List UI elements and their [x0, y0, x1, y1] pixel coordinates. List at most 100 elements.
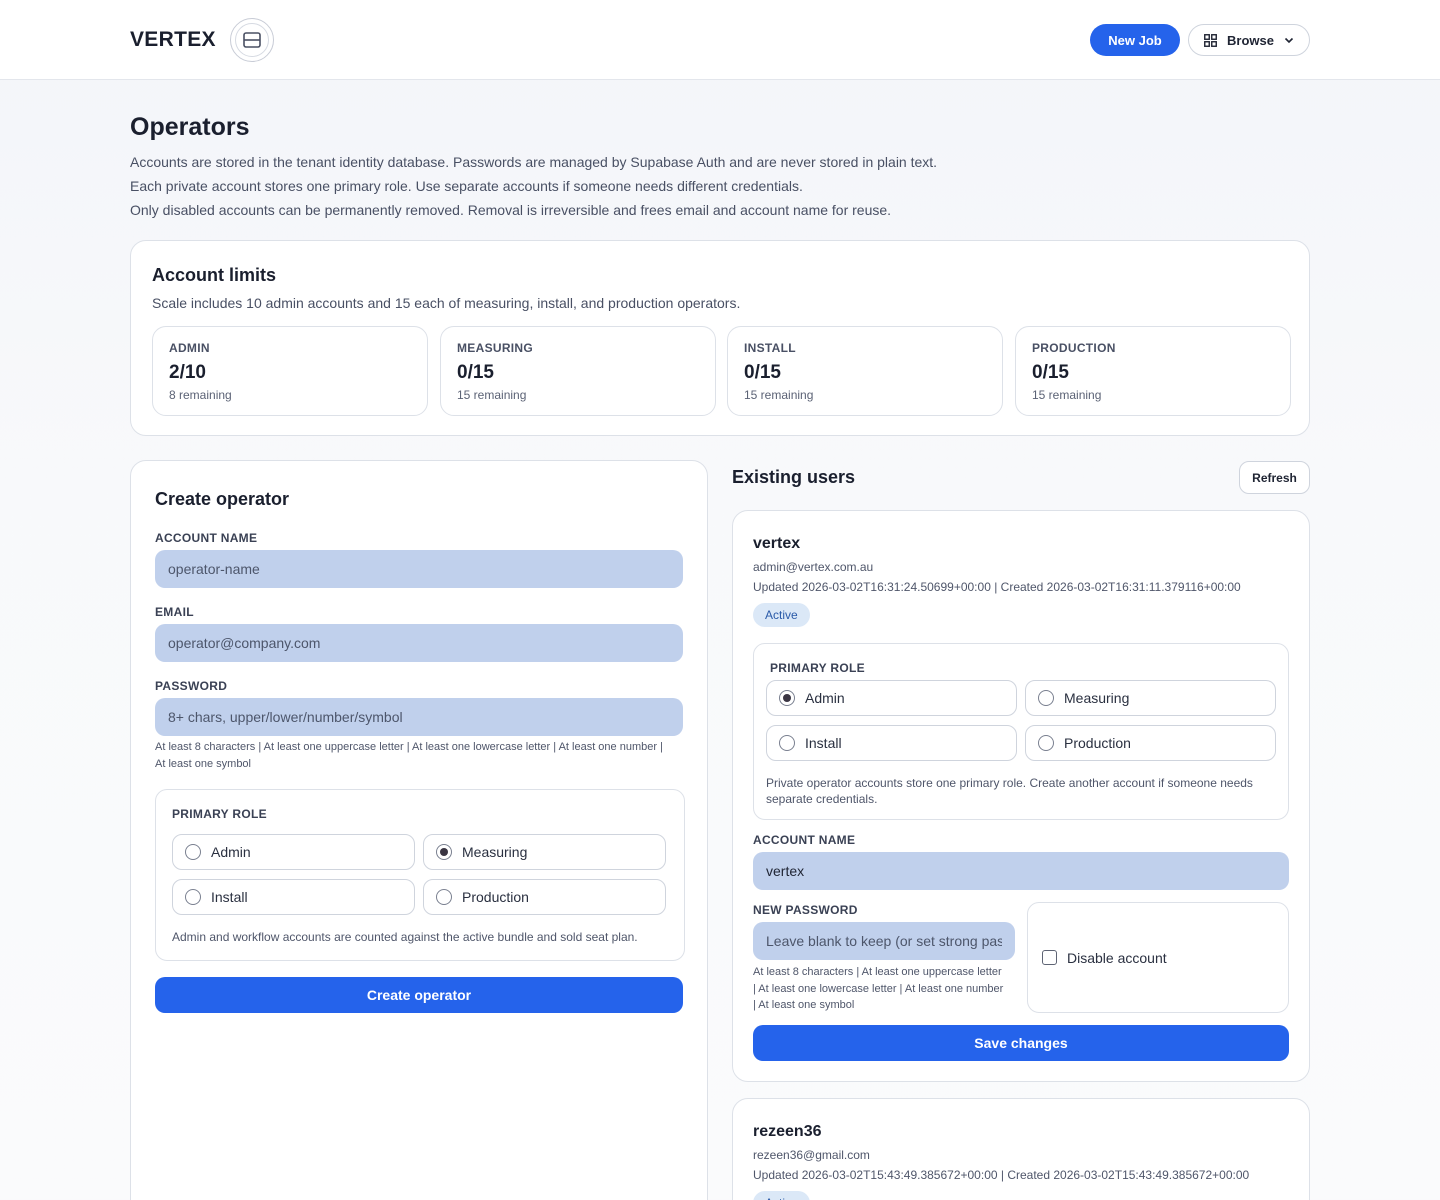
- intro-text: Accounts are stored in the tenant identi…: [130, 150, 937, 222]
- email-input[interactable]: [155, 624, 683, 662]
- save-changes-button[interactable]: Save changes: [753, 1025, 1289, 1061]
- hint-line: At least one symbol: [155, 758, 251, 770]
- disable-account-label: Disable account: [1067, 949, 1167, 966]
- limit-label: ADMIN: [169, 341, 210, 355]
- user-account-name-label: ACCOUNT NAME: [753, 833, 856, 847]
- hint-line: | At least one lowercase letter | At lea…: [753, 982, 1004, 995]
- user-name: vertex: [753, 535, 801, 552]
- primary-role-label: PRIMARY ROLE: [172, 807, 267, 821]
- limit-value: 2/10: [169, 362, 206, 383]
- role-note-line: separate credentials.: [766, 792, 878, 806]
- limit-remaining: 15 remaining: [1032, 388, 1102, 402]
- limit-admin: ADMIN 2/10 8 remaining: [152, 326, 428, 416]
- limit-remaining: 8 remaining: [169, 388, 232, 402]
- user-email: admin@vertex.com.au: [753, 560, 874, 574]
- user-card: rezeen36 rezeen36@gmail.com Updated 2026…: [732, 1098, 1310, 1200]
- role-option-label: Measuring: [1064, 690, 1130, 706]
- status-badge: Active: [753, 1191, 810, 1200]
- limit-label: MEASURING: [457, 341, 534, 355]
- limit-value: 0/15: [744, 362, 781, 383]
- role-note: Private operator accounts store one prim…: [766, 775, 1253, 807]
- account-limits-card: Account limits Scale includes 10 admin a…: [130, 240, 1310, 436]
- radio-icon: [1038, 690, 1054, 706]
- limit-label: INSTALL: [744, 341, 796, 355]
- primary-role-group: PRIMARY ROLE Admin Measuring Install Pro…: [155, 789, 685, 961]
- user-primary-role-group: PRIMARY ROLE Admin Measuring Install Pro…: [753, 643, 1289, 820]
- primary-role-label: PRIMARY ROLE: [770, 661, 865, 675]
- role-option-label: Production: [462, 889, 529, 905]
- limit-production: PRODUCTION 0/15 15 remaining: [1015, 326, 1291, 416]
- limit-label: PRODUCTION: [1032, 341, 1116, 355]
- new-password-label: NEW PASSWORD: [753, 903, 858, 917]
- user-role-option-install[interactable]: Install: [766, 725, 1017, 761]
- role-option-label: Install: [805, 735, 842, 751]
- user-name: rezeen36: [753, 1123, 822, 1140]
- role-option-production[interactable]: Production: [423, 879, 666, 915]
- limit-value: 0/15: [1032, 362, 1069, 383]
- user-role-option-measuring[interactable]: Measuring: [1025, 680, 1276, 716]
- radio-icon: [185, 844, 201, 860]
- grid-icon: [1204, 33, 1217, 47]
- user-card: vertex admin@vertex.com.au Updated 2026-…: [732, 510, 1310, 1082]
- hint-line: At least 8 characters | At least one upp…: [155, 741, 663, 753]
- user-email: rezeen36@gmail.com: [753, 1148, 870, 1162]
- role-option-admin[interactable]: Admin: [172, 834, 415, 870]
- limit-value: 0/15: [457, 362, 494, 383]
- hint-line: At least 8 characters | At least one upp…: [753, 966, 1002, 978]
- intro-line: Each private account stores one primary …: [130, 178, 803, 194]
- radio-icon: [1038, 735, 1054, 751]
- limit-remaining: 15 remaining: [457, 388, 527, 402]
- chevron-down-icon: [1284, 37, 1294, 44]
- role-option-label: Production: [1064, 735, 1131, 751]
- radio-icon: [185, 889, 201, 905]
- role-option-label: Admin: [805, 690, 845, 706]
- password-requirements: At least 8 characters | At least one upp…: [155, 739, 685, 773]
- radio-icon: [436, 889, 452, 905]
- user-timestamps: Updated 2026-03-02T15:43:49.385672+00:00…: [753, 1168, 1250, 1182]
- radio-icon: [436, 844, 452, 860]
- role-option-measuring[interactable]: Measuring: [423, 834, 666, 870]
- account-name-label: ACCOUNT NAME: [155, 531, 258, 545]
- create-operator-title: Create operator: [155, 489, 290, 509]
- status-badge: Active: [753, 603, 810, 627]
- brand-name: VERTEX: [130, 28, 216, 51]
- account-name-input[interactable]: [155, 550, 683, 588]
- new-password-input[interactable]: [753, 922, 1015, 960]
- limit-remaining: 15 remaining: [744, 388, 814, 402]
- role-option-label: Measuring: [462, 844, 528, 860]
- user-timestamps: Updated 2026-03-02T16:31:24.50699+00:00 …: [753, 580, 1241, 594]
- brand[interactable]: VERTEX: [130, 18, 274, 62]
- intro-line: Accounts are stored in the tenant identi…: [130, 154, 938, 170]
- limit-measuring: MEASURING 0/15 15 remaining: [440, 326, 716, 416]
- password-label: PASSWORD: [155, 679, 228, 693]
- user-role-option-admin[interactable]: Admin: [766, 680, 1017, 716]
- existing-users-title: Existing users: [732, 467, 856, 487]
- top-bar: VERTEX New Job Browse: [0, 0, 1440, 80]
- create-operator-button[interactable]: Create operator: [155, 977, 683, 1013]
- hint-line: | At least one symbol: [753, 999, 855, 1011]
- browse-label: Browse: [1227, 32, 1274, 48]
- account-limits-subtitle: Scale includes 10 admin accounts and 15 …: [152, 295, 741, 311]
- limit-install: INSTALL 0/15 15 remaining: [727, 326, 1003, 416]
- refresh-button[interactable]: Refresh: [1239, 461, 1310, 494]
- user-account-name-input[interactable]: [753, 852, 1289, 890]
- account-limits-title: Account limits: [152, 265, 277, 285]
- role-note-line: Private operator accounts store one prim…: [766, 776, 1253, 790]
- radio-icon: [779, 735, 795, 751]
- browse-menu-button[interactable]: Browse: [1188, 24, 1310, 56]
- password-input[interactable]: [155, 698, 683, 736]
- intro-line: Only disabled accounts can be permanentl…: [130, 202, 892, 218]
- new-job-button[interactable]: New Job: [1090, 24, 1180, 56]
- role-option-label: Admin: [211, 844, 251, 860]
- radio-icon: [779, 690, 795, 706]
- checkbox-icon[interactable]: [1042, 950, 1057, 965]
- role-note: Admin and workflow accounts are counted …: [172, 930, 638, 944]
- page-title: Operators: [130, 113, 250, 141]
- disable-account-toggle[interactable]: Disable account: [1027, 902, 1289, 1013]
- create-operator-card: Create operator ACCOUNT NAME EMAIL PASSW…: [130, 460, 708, 1200]
- role-option-install[interactable]: Install: [172, 879, 415, 915]
- email-label: EMAIL: [155, 605, 194, 619]
- role-option-label: Install: [211, 889, 248, 905]
- new-password-requirements: At least 8 characters | At least one upp…: [753, 964, 1017, 1014]
- user-role-option-production[interactable]: Production: [1025, 725, 1276, 761]
